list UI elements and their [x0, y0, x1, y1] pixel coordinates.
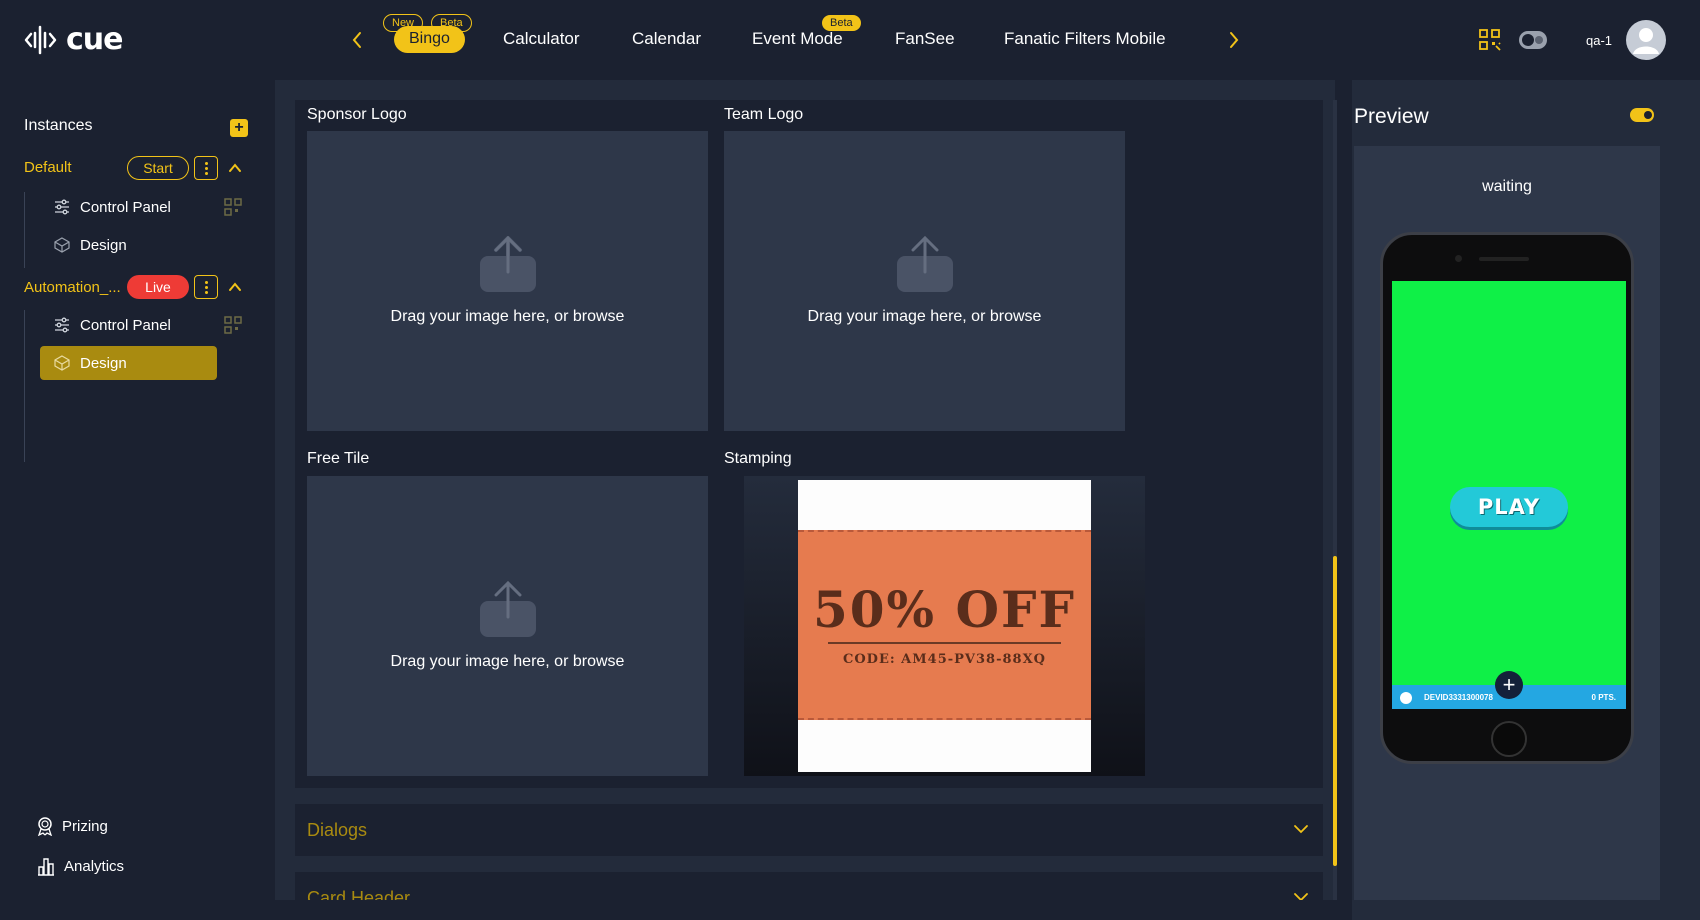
design-panel: Sponsor Logo Team Logo Drag your image h…	[295, 100, 1582, 788]
cue-waveform-icon	[24, 25, 57, 54]
phone-camera	[1455, 255, 1462, 262]
device-id: DEVID3331300078	[1424, 693, 1493, 702]
sidebar-item-label: Control Panel	[80, 198, 171, 216]
user-avatar[interactable]	[1626, 20, 1666, 60]
plus-button[interactable]: +	[1495, 671, 1523, 699]
phone-screen: PLAY DEVID3331300078 0 PTS. +	[1392, 281, 1626, 709]
collapse-chevron-icon[interactable]	[228, 280, 242, 294]
bar-chart-icon	[38, 858, 54, 876]
nav-tab-bingo[interactable]: Bingo	[394, 26, 465, 53]
phone-home-button	[1491, 721, 1527, 757]
collapse-chevron-icon[interactable]	[228, 161, 242, 175]
sidebar-item-prizing[interactable]: Prizing	[36, 816, 108, 836]
coupon-code: CODE: AM45-PV38-88XQ	[843, 652, 1046, 667]
coupon-headline: 50% OFF	[812, 580, 1077, 639]
chevron-down-icon	[1294, 825, 1308, 834]
upload-icon	[896, 236, 953, 292]
instance-name-default[interactable]: Default	[24, 159, 72, 176]
sidebar-item-design[interactable]: Design	[40, 228, 217, 262]
team-logo-dropzone[interactable]: Drag your image here, or browse	[724, 131, 1125, 431]
accordion-card-header[interactable]: Card Header	[295, 872, 1323, 900]
dropzone-text: Drag your image here, or browse	[807, 308, 1042, 325]
coupon-image: 50% OFF CODE: AM45-PV38-88XQ	[798, 480, 1091, 772]
sponsor-logo-dropzone[interactable]: Drag your image here, or browse	[307, 131, 708, 431]
sidebar-item-analytics[interactable]: Analytics	[36, 856, 124, 876]
sidebar-item-label: Control Panel	[80, 316, 171, 334]
sidebar-item-design-active[interactable]: Design	[40, 346, 217, 380]
design-cube-icon	[54, 355, 70, 371]
qr-code-icon	[1479, 29, 1501, 51]
logo-text: cue	[66, 22, 123, 57]
award-ribbon-icon	[37, 817, 53, 836]
nav-tab-fansee[interactable]: FanSee	[895, 29, 955, 49]
coupon-divider	[828, 642, 1061, 644]
cue-logo[interactable]: cue	[24, 22, 123, 57]
main-scrollbar-thumb[interactable]	[1333, 556, 1337, 866]
preview-card: waiting PLAY DEVID3331300078 0 PTS. +	[1354, 146, 1660, 900]
phone-speaker	[1479, 257, 1529, 261]
toggle-moon-icon	[1519, 31, 1547, 49]
phone-mockup: PLAY DEVID3331300078 0 PTS. +	[1380, 232, 1634, 764]
nav-tab-fanatic-filters[interactable]: Fanatic Filters Mobile	[1004, 29, 1166, 49]
stamping-image-box[interactable]: 50% OFF CODE: AM45-PV38-88XQ	[744, 476, 1582, 776]
instances-title: Instances	[24, 117, 93, 134]
nav-prev-button[interactable]	[343, 26, 371, 54]
top-bar: cue New Beta Bingo Calculator Calendar B…	[0, 0, 1700, 80]
preview-status: waiting	[1482, 178, 1532, 195]
tree-line	[24, 310, 25, 462]
dropzone-text: Drag your image here, or browse	[390, 308, 625, 325]
design-cube-icon	[54, 237, 70, 253]
nav-tab-event-mode[interactable]: Event Mode	[752, 29, 843, 49]
chevron-down-icon	[1294, 893, 1308, 900]
sidebar: Instances + Default Start Control Panel …	[0, 80, 275, 920]
sidebar-item-control-panel[interactable]: Control Panel	[40, 190, 217, 224]
instance-name-automation[interactable]: Automation_...	[24, 279, 121, 296]
instance-menu-button[interactable]	[194, 275, 218, 299]
preview-toggle[interactable]	[1630, 108, 1654, 122]
upload-icon	[479, 581, 536, 637]
dropzone-text: Drag your image here, or browse	[390, 653, 625, 670]
sidebar-item-label: Analytics	[64, 857, 125, 875]
section-title-team-logo: Team Logo	[724, 106, 804, 123]
add-instance-button[interactable]: +	[230, 119, 248, 137]
sidebar-item-label: Prizing	[62, 817, 108, 835]
sliders-icon	[55, 199, 69, 215]
nav-next-button[interactable]	[1220, 26, 1248, 54]
preview-pane: Preview waiting PLAY DEVID3331300078 0 P…	[1352, 80, 1700, 920]
section-title-sponsor-logo: Sponsor Logo	[307, 106, 407, 123]
free-tile-dropzone[interactable]: Drag your image here, or browse	[307, 476, 708, 776]
sidebar-item-label: Design	[80, 354, 127, 372]
user-icon	[1633, 28, 1659, 54]
sidebar-item-control-panel[interactable]: Control Panel	[40, 308, 217, 342]
section-title-stamping: Stamping	[724, 450, 792, 467]
main-content: Sponsor Logo Team Logo Drag your image h…	[275, 80, 1582, 900]
upload-icon	[479, 236, 536, 292]
play-button[interactable]: PLAY	[1450, 487, 1568, 527]
player-avatar-icon	[1400, 692, 1412, 704]
nav-tab-calculator[interactable]: Calculator	[503, 29, 580, 49]
points-label: 0 PTS.	[1591, 693, 1616, 702]
qr-code-icon[interactable]	[224, 198, 242, 216]
accordion-title: Card Header	[307, 888, 411, 900]
sidebar-item-label: Design	[80, 236, 127, 254]
theme-toggle[interactable]	[1518, 30, 1548, 55]
chevron-right-icon	[1230, 32, 1239, 48]
instance-live-badge[interactable]: Live	[127, 275, 189, 299]
instance-menu-button[interactable]	[194, 156, 218, 180]
tree-line	[24, 192, 25, 268]
preview-title: Preview	[1354, 105, 1429, 128]
accordion-dialogs[interactable]: Dialogs	[295, 804, 1323, 856]
user-name: qa-1	[1586, 33, 1613, 48]
qr-code-button[interactable]	[1478, 28, 1502, 57]
instance-start-button[interactable]: Start	[127, 156, 189, 180]
section-title-free-tile: Free Tile	[307, 450, 370, 467]
chevron-left-icon	[352, 32, 361, 48]
nav-tab-calendar[interactable]: Calendar	[632, 29, 701, 49]
qr-code-icon[interactable]	[224, 316, 242, 334]
accordion-title: Dialogs	[307, 820, 368, 840]
sliders-icon	[55, 317, 69, 333]
